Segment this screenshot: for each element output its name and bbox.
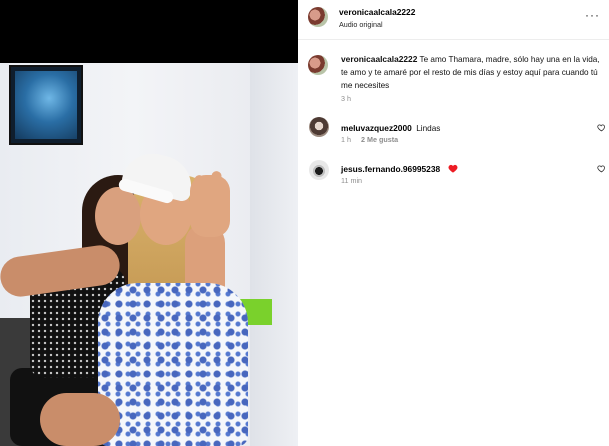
comment-username[interactable]: jesus.fernando.96995238 [341, 164, 440, 174]
caption-time[interactable]: 3 h [341, 94, 351, 103]
red-heart-emoji [448, 164, 458, 173]
caption-username[interactable]: veronicaalcala2222 [341, 54, 417, 64]
comment-row: meluvazquez2000 Lindas [341, 118, 440, 136]
post-header: veronicaalcala2222 Audio original ··· [298, 0, 609, 40]
comment-username[interactable]: meluvazquez2000 [341, 123, 412, 133]
heart-outline-icon[interactable] [597, 123, 606, 132]
comment-likes[interactable]: 2 Me gusta [361, 135, 398, 144]
heart-outline-icon[interactable] [597, 164, 606, 173]
author-avatar[interactable] [308, 7, 328, 27]
commenter-avatar[interactable] [309, 160, 329, 180]
caption-avatar[interactable] [308, 55, 328, 75]
post-side-panel: veronicaalcala2222 Audio original ··· ve… [298, 0, 609, 446]
post-photo[interactable] [0, 63, 298, 446]
more-options-icon[interactable]: ··· [585, 8, 600, 22]
author-username[interactable]: veronicaalcala2222 [339, 7, 415, 17]
post-media [0, 0, 298, 446]
caption: veronicaalcala2222 Te amo Thamara, madre… [341, 53, 601, 92]
comment-time[interactable]: 1 h [341, 135, 351, 144]
comment-time[interactable]: 11 min [341, 176, 362, 185]
comment-row: jesus.fernando.96995238 [341, 159, 458, 177]
wall-painting [9, 65, 83, 145]
commenter-avatar[interactable] [309, 117, 329, 137]
comment-text: Lindas [416, 124, 441, 133]
audio-link[interactable]: Audio original [339, 20, 383, 29]
